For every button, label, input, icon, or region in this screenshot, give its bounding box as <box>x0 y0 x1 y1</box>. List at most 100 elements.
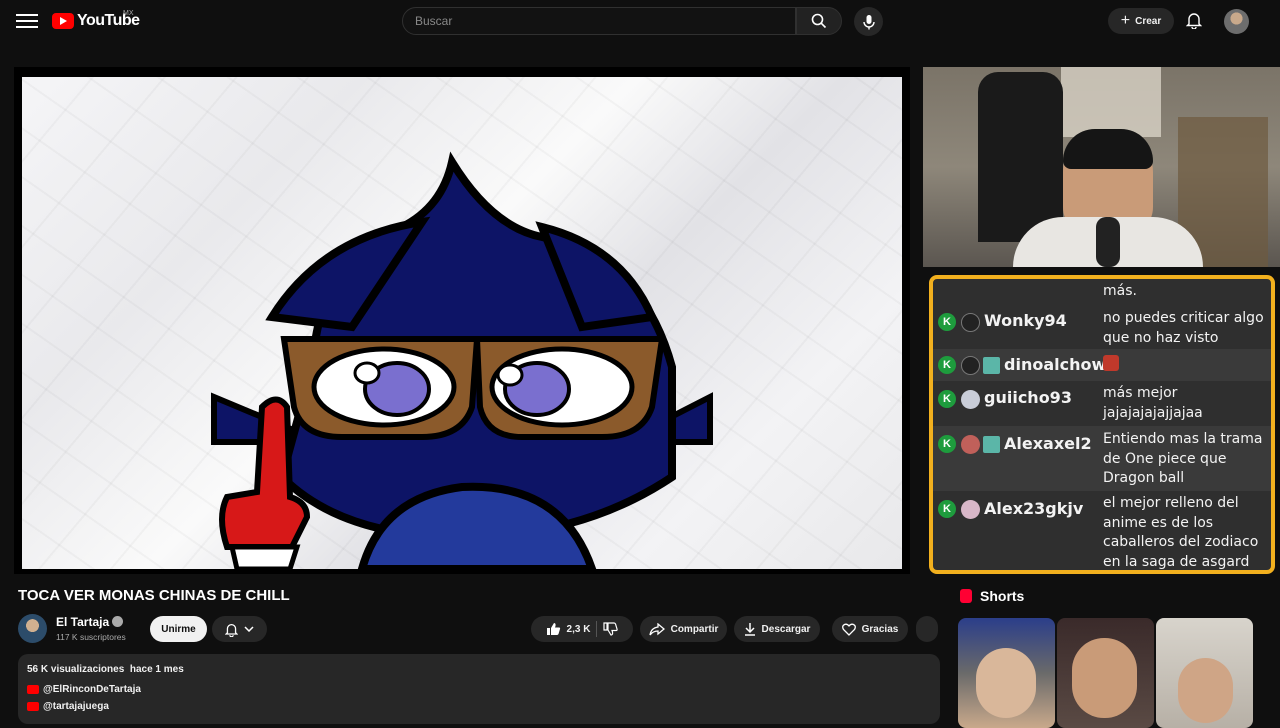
channel-link-text: @tartajajuega <box>43 701 109 712</box>
webcam-video <box>923 67 1280 267</box>
share-label: Compartir <box>670 623 719 635</box>
k-badge-icon: K <box>938 313 956 331</box>
thumbs-down-icon[interactable] <box>603 622 619 636</box>
member-badge-icon <box>983 357 1000 374</box>
upload-date: hace 1 mes <box>129 664 184 675</box>
shorts-title: Shorts <box>980 588 1025 604</box>
chat-text: Entiendo mas la trama de One piece que D… <box>1103 430 1269 489</box>
thumbs-up-icon <box>546 623 560 635</box>
thanks-button[interactable]: Gracias <box>832 616 908 642</box>
user-avatar-icon <box>961 313 980 332</box>
chat-username: Wonky94 <box>984 311 1067 330</box>
description-box[interactable]: 56 K visualizaciones hace 1 mes @ElRinco… <box>18 654 940 724</box>
video-frame <box>22 77 902 569</box>
user-avatar-icon <box>961 500 980 519</box>
view-count: 56 K visualizaciones <box>27 664 125 675</box>
cartoon-character <box>211 151 713 569</box>
menu-icon[interactable] <box>16 10 38 32</box>
notifications-button[interactable] <box>1184 10 1204 30</box>
channel-avatar[interactable] <box>18 614 47 643</box>
k-badge-icon: K <box>938 500 956 518</box>
chat-text: no puedes criticar algo que no haz visto <box>1103 309 1269 348</box>
member-badge-icon <box>983 436 1000 453</box>
short-thumbnail[interactable] <box>958 618 1055 728</box>
youtube-icon <box>27 685 39 694</box>
create-label: Crear <box>1135 15 1162 27</box>
user-avatar-icon <box>961 435 980 454</box>
chat-message: K guiicho93 más mejor jajajajajajjajaa <box>933 381 1271 426</box>
microphone-icon <box>862 14 875 29</box>
chat-message: K dinoalchow <box>933 349 1271 381</box>
youtube-play-icon <box>52 13 74 29</box>
search-input[interactable] <box>402 7 796 35</box>
channel-link-text: @ElRinconDeTartaja <box>43 684 141 695</box>
download-label: Descargar <box>761 623 811 635</box>
chat-line: de One piece que <box>1103 450 1227 467</box>
shorts-icon <box>960 589 972 603</box>
chat-username: guiicho93 <box>984 388 1072 407</box>
shelf-decor <box>1061 67 1161 137</box>
subscriber-count: 117 K suscriptores <box>56 632 126 642</box>
channel-link[interactable]: @tartajajuega <box>27 701 109 712</box>
video-meta: 56 K visualizaciones hace 1 mes <box>27 664 184 675</box>
chat-line: que no haz visto <box>1103 329 1219 346</box>
person-figure <box>1072 638 1137 718</box>
short-thumbnail[interactable] <box>1156 618 1253 728</box>
voice-search-button[interactable] <box>854 7 883 36</box>
chat-line: anime es de los <box>1103 514 1214 531</box>
chat-line: jajajajajajjajaa <box>1103 404 1203 421</box>
thanks-heart-icon <box>841 623 856 636</box>
youtube-icon <box>27 702 39 711</box>
chat-username: Alexaxel2 <box>1004 434 1092 453</box>
join-button[interactable]: Unirme <box>150 616 207 642</box>
user-avatar[interactable] <box>1224 9 1249 34</box>
verified-icon <box>112 616 124 627</box>
subscription-notifications-button[interactable] <box>212 616 267 642</box>
bell-icon <box>225 623 238 637</box>
k-badge-icon: K <box>938 356 956 374</box>
chat-message: K Alex23gkjv el mejor relleno del anime … <box>933 491 1271 570</box>
k-badge-icon: K <box>938 435 956 453</box>
chat-message: K Alexaxel2 Entiendo mas la trama de One… <box>933 426 1271 491</box>
shorts-heading: Shorts <box>960 588 1024 604</box>
share-button[interactable]: Compartir <box>640 616 727 642</box>
top-bar: YouTube MX + Crear <box>0 0 1280 42</box>
create-button[interactable]: + Crear <box>1108 8 1174 34</box>
emoji-icon <box>1103 355 1119 371</box>
short-thumbnail[interactable] <box>1057 618 1154 728</box>
divider <box>596 621 598 637</box>
chat-line: en la saga de asgard <box>1103 553 1250 570</box>
channel-name-text: El Tartaja <box>56 615 110 629</box>
chat-line: el mejor relleno del <box>1103 495 1239 511</box>
like-button[interactable]: 2,3 K <box>546 622 591 636</box>
video-player[interactable] <box>14 67 910 574</box>
chat-overlay: más. K Wonky94 no puedes criticar algo q… <box>929 275 1275 574</box>
chat-line: no puedes criticar algo <box>1103 310 1264 326</box>
person-figure <box>1178 658 1233 723</box>
channel-link[interactable]: @ElRinconDeTartaja <box>27 684 141 695</box>
thanks-label: Gracias <box>861 623 899 635</box>
country-code: MX <box>123 10 134 17</box>
chat-line: caballeros del zodiaco <box>1103 534 1259 550</box>
person-figure <box>976 648 1036 718</box>
chat-username: Alex23gkjv <box>984 499 1084 518</box>
download-button[interactable]: Descargar <box>734 616 820 642</box>
chat-line: Dragon ball <box>1103 470 1185 486</box>
search-button[interactable] <box>796 7 842 35</box>
download-icon <box>744 623 755 636</box>
like-count: 2,3 K <box>566 623 591 635</box>
more-actions-button[interactable] <box>916 616 938 642</box>
plus-icon: + <box>1120 12 1131 29</box>
chat-line: más mejor <box>1103 385 1178 401</box>
like-dislike-group: 2,3 K <box>531 616 633 642</box>
chat-top-text: más. <box>1103 283 1137 299</box>
chevron-down-icon <box>244 626 254 632</box>
chat-username: dinoalchow <box>1004 355 1107 374</box>
channel-name[interactable]: El Tartaja <box>56 615 124 629</box>
chat-text: el mejor relleno del anime es de los cab… <box>1103 494 1269 570</box>
video-title: TOCA VER MONAS CHINAS DE CHILL <box>18 587 290 604</box>
chat-message: K Wonky94 no puedes criticar algo que no… <box>933 304 1271 349</box>
streamer-hair <box>1063 129 1153 169</box>
chat-text <box>1103 355 1269 378</box>
k-badge-icon: K <box>938 390 956 408</box>
